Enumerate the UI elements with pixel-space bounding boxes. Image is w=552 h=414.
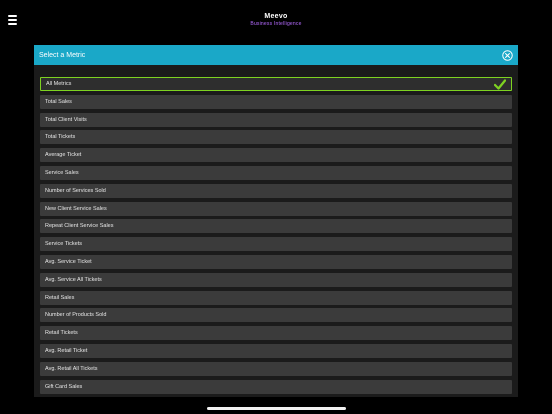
metric-item-label: Average Ticket bbox=[45, 152, 82, 159]
metric-item[interactable]: Total Tickets bbox=[40, 130, 512, 145]
metric-item[interactable]: Avg. Service Ticket bbox=[40, 254, 512, 269]
metric-item[interactable]: Service Sales bbox=[40, 165, 512, 180]
metric-item-label: Total Sales bbox=[45, 98, 72, 105]
metric-item-label: Number of Services Sold bbox=[45, 187, 106, 194]
metric-item[interactable]: Retail Sales bbox=[40, 290, 512, 305]
metric-item-selected[interactable]: All Metrics bbox=[40, 77, 512, 91]
metric-item-label: Retail Sales bbox=[45, 294, 75, 301]
metric-item[interactable]: Avg. Retail Ticket bbox=[40, 343, 512, 358]
metric-item[interactable]: New Client Service Sales bbox=[40, 201, 512, 216]
metric-item-label: Avg. Retail All Tickets bbox=[45, 365, 98, 372]
metric-item-label: Service Sales bbox=[45, 169, 79, 176]
metric-item[interactable]: Avg. Service All Tickets bbox=[40, 272, 512, 287]
dialog-header: Select a Metric bbox=[34, 45, 518, 65]
dialog-title: Select a Metric bbox=[39, 51, 86, 59]
metric-item[interactable]: Total Sales bbox=[40, 94, 512, 109]
metric-item-label: Retail Tickets bbox=[45, 330, 78, 337]
checkmark-icon bbox=[494, 79, 506, 90]
metric-item-label: Total Tickets bbox=[45, 134, 76, 141]
select-metric-dialog: Select a Metric All Metrics Total Sales To… bbox=[34, 45, 518, 397]
metric-item-label: Gift Card Sales bbox=[45, 383, 83, 390]
metric-list: All Metrics Total Sales Total Client Visit… bbox=[40, 77, 512, 397]
metric-item-label: Repeat Client Service Sales bbox=[45, 223, 114, 230]
metric-item[interactable]: Number of Products Sold bbox=[40, 308, 512, 323]
metric-item-label: Avg. Service Ticket bbox=[45, 258, 92, 265]
metric-item[interactable]: Average Ticket bbox=[40, 148, 512, 163]
metric-item-label: Avg. Service All Tickets bbox=[45, 276, 102, 283]
home-indicator[interactable] bbox=[207, 407, 346, 410]
metric-item[interactable]: Gift Card Sales bbox=[40, 379, 512, 394]
app-brand: Meevo Business Intelligence bbox=[0, 12, 552, 28]
brand-subtitle: Business Intelligence bbox=[250, 21, 302, 27]
metric-item-label: Total Client Visits bbox=[45, 116, 87, 123]
metric-item[interactable]: Number of Services Sold bbox=[40, 183, 512, 198]
metric-item[interactable]: Repeat Client Service Sales bbox=[40, 219, 512, 234]
metric-item-label: Number of Products Sold bbox=[45, 312, 107, 319]
metric-item-label: All Metrics bbox=[46, 81, 72, 87]
close-circle-icon[interactable] bbox=[502, 50, 513, 61]
metric-item[interactable]: Retail Tickets bbox=[40, 326, 512, 341]
metric-item[interactable]: Avg. Retail All Tickets bbox=[40, 361, 512, 376]
metric-item-label: New Client Service Sales bbox=[45, 205, 107, 212]
screen: Meevo Business Intelligence Select a Met… bbox=[0, 0, 552, 414]
brand-name: Meevo bbox=[264, 13, 288, 20]
metric-item[interactable]: Total Client Visits bbox=[40, 112, 512, 127]
metric-item[interactable]: Service Tickets bbox=[40, 237, 512, 252]
metric-item-label: Avg. Retail Ticket bbox=[45, 347, 88, 354]
metric-item-label: Service Tickets bbox=[45, 241, 82, 248]
